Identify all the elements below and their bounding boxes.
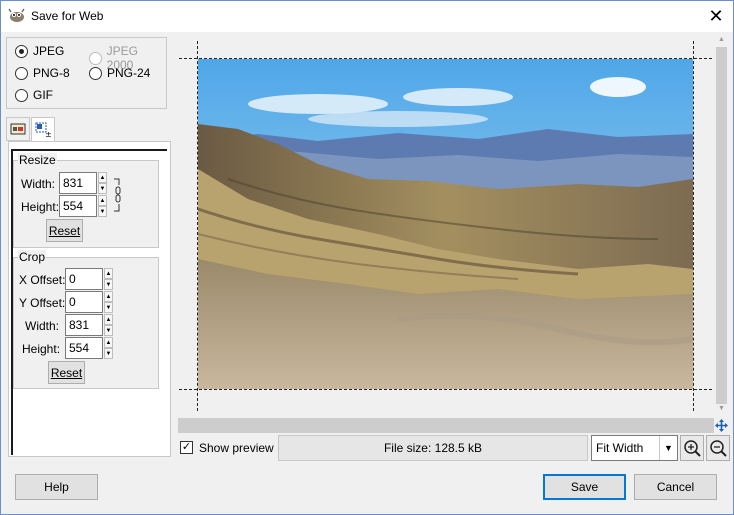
resize-height-input[interactable]: 554 [59,195,97,217]
save-for-web-window: Save for Web ✕ JPEG JPEG 2000 PNG-8 PNG-… [0,0,734,515]
zoom-select[interactable]: Fit Width ▼ [591,435,678,461]
stepper-down-icon[interactable]: ▼ [98,206,107,217]
resize-height-value: 554 [63,199,84,213]
format-jpeg-radio[interactable]: JPEG [15,44,64,58]
format-png24-label: PNG-24 [107,66,151,80]
zoom-in-button[interactable] [680,435,704,461]
crop-x-value: 0 [69,272,76,286]
resize-title: Resize [18,153,57,167]
crop-height-stepper[interactable]: ▲ ▼ [104,337,113,359]
title-bar: Save for Web ✕ [1,1,733,32]
crop-height-value: 554 [69,341,90,355]
gimp-icon [8,8,25,22]
stepper-down-icon[interactable]: ▼ [104,325,113,336]
format-jpeg-label: JPEG [33,44,65,58]
resize-height-label: Height: [21,200,60,214]
radio-indicator [15,88,28,102]
zoom-select-value: Fit Width [596,441,644,455]
crop-y-stepper[interactable]: ▲ ▼ [104,291,113,313]
crop-width-label: Width: [25,319,60,333]
resize-width-input[interactable]: 831 [59,172,97,194]
crop-width-stepper[interactable]: ▲ ▼ [104,314,113,336]
crop-x-label: X Offset: [19,273,66,287]
close-icon[interactable]: ✕ [707,7,725,25]
stepper-up-icon[interactable]: ▲ [104,291,113,302]
image-settings-icon [10,123,26,135]
preview-image [198,59,693,389]
stepper-down-icon[interactable]: ▼ [104,279,113,290]
horizontal-scrollbar[interactable] [178,418,714,433]
crop-guide-bottom [179,389,712,390]
help-label: Help [44,480,69,494]
zoom-out-button[interactable] [706,435,730,461]
stepper-up-icon[interactable]: ▲ [104,314,113,325]
stepper-up-icon[interactable]: ▲ [104,268,113,279]
crop-height-input[interactable]: 554 [65,337,103,359]
crop-y-value: 0 [69,295,76,309]
tab-resize-crop[interactable]: ± [31,117,55,142]
format-group: JPEG JPEG 2000 PNG-8 PNG-24 GIF [6,37,167,109]
crop-width-value: 831 [69,318,90,332]
crop-y-input[interactable]: 0 [65,291,103,313]
save-button[interactable]: Save [543,474,626,500]
format-gif-label: GIF [33,88,53,102]
crop-reset-label: Reset [50,366,83,380]
crop-reset-button[interactable]: Reset [48,361,85,384]
resize-height-stepper[interactable]: ▲ ▼ [98,195,107,217]
show-preview-label[interactable]: Show preview [199,441,274,455]
crop-x-input[interactable]: 0 [65,268,103,290]
move-icon[interactable] [714,418,729,433]
radio-indicator [89,66,102,80]
format-png8-radio[interactable]: PNG-8 [15,66,70,80]
stepper-down-icon[interactable]: ▼ [98,183,107,194]
crop-guide-right [693,41,694,411]
save-label: Save [570,480,599,494]
cancel-button[interactable]: Cancel [634,474,717,500]
scroll-down-icon[interactable]: ▼ [718,405,725,412]
resize-reset-label: Reset [48,224,81,238]
scroll-up-icon[interactable]: ▲ [718,36,725,43]
resize-width-stepper[interactable]: ▲ ▼ [98,172,107,194]
stepper-up-icon[interactable]: ▲ [104,337,113,348]
resize-reset-button[interactable]: Reset [46,219,83,242]
vertical-scroll-thumb[interactable] [716,47,727,404]
stepper-up-icon[interactable]: ▲ [98,195,107,206]
resize-width-value: 831 [63,176,84,190]
cancel-label: Cancel [656,480,695,494]
help-button[interactable]: Help [15,474,98,500]
file-size-text: File size: 128.5 kB [383,441,483,455]
chevron-down-icon[interactable]: ▼ [659,436,677,460]
show-preview-checkbox[interactable]: ✓ [180,441,193,454]
radio-indicator [89,51,102,65]
stepper-down-icon[interactable]: ▼ [104,348,113,359]
crop-title: Crop [18,250,47,264]
radio-indicator [15,44,28,58]
svg-text:±: ± [45,130,52,139]
resize-crop-icon: ± [35,122,52,139]
format-png24-radio[interactable]: PNG-24 [89,66,150,80]
radio-indicator [15,66,28,80]
stepper-down-icon[interactable]: ▼ [104,302,113,313]
file-size-display: File size: 128.5 kB [278,435,588,461]
zoom-in-icon [684,440,701,457]
vertical-scrollbar[interactable]: ▲ ▼ [714,34,729,417]
crop-x-stepper[interactable]: ▲ ▼ [104,268,113,290]
format-png8-label: PNG-8 [33,66,70,80]
crop-height-label: Height: [22,342,61,356]
stepper-up-icon[interactable]: ▲ [98,172,107,183]
zoom-out-icon [710,440,727,457]
resize-width-label: Width: [21,177,56,191]
tab-image-settings[interactable] [6,117,30,141]
crop-width-input[interactable]: 831 [65,314,103,336]
chain-link-icon[interactable] [114,177,122,213]
crop-y-label: Y Offset: [19,296,66,310]
format-gif-radio[interactable]: GIF [15,88,53,102]
window-title: Save for Web [31,9,104,23]
